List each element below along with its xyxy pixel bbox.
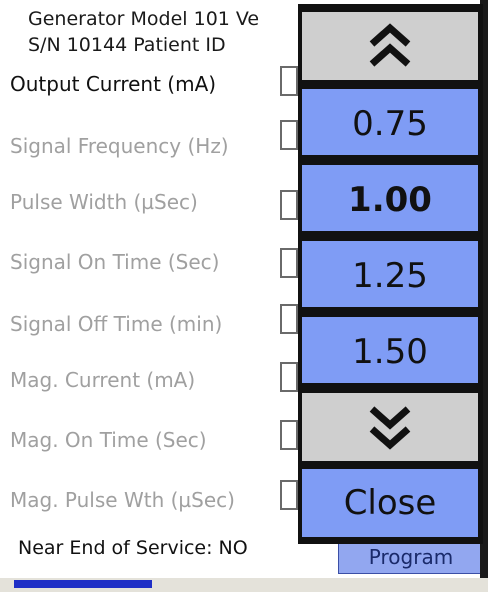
serial-patient-text: S/N 10144 Patient ID — [28, 34, 226, 56]
double-chevron-down-icon — [369, 406, 411, 450]
param-value-box[interactable] — [280, 248, 298, 278]
param-value-box[interactable] — [280, 120, 298, 150]
param-signal-frequency[interactable]: Signal Frequency (Hz) — [10, 134, 229, 158]
generator-model-text: Generator Model 101 Ve — [28, 8, 260, 30]
param-output-current[interactable]: Output Current (mA) — [10, 72, 216, 96]
program-button[interactable]: Program — [338, 540, 484, 574]
param-value-box[interactable] — [280, 190, 298, 220]
scroll-up-button[interactable] — [300, 10, 480, 82]
picker-option[interactable]: 1.50 — [300, 315, 480, 385]
app-screen: Generator Model 101 Ve S/N 10144 Patient… — [0, 0, 488, 592]
param-mag-pulse-width[interactable]: Mag. Pulse Wth (µSec) — [10, 488, 235, 512]
param-value-box[interactable] — [280, 66, 298, 96]
close-button[interactable]: Close — [300, 467, 480, 539]
param-mag-current[interactable]: Mag. Current (mA) — [10, 368, 195, 392]
param-signal-on-time[interactable]: Signal On Time (Sec) — [10, 250, 219, 274]
progress-bar — [14, 580, 152, 588]
param-value-box[interactable] — [280, 480, 298, 510]
end-of-service-status: Near End of Service: NO — [18, 537, 248, 559]
picker-option-selected[interactable]: 1.00 — [300, 163, 480, 233]
double-chevron-up-icon — [369, 23, 411, 67]
param-value-box[interactable] — [280, 362, 298, 392]
picker-option[interactable]: 1.25 — [300, 239, 480, 309]
scroll-down-button[interactable] — [300, 391, 480, 463]
param-value-box[interactable] — [280, 420, 298, 450]
param-pulse-width[interactable]: Pulse Width (µSec) — [10, 190, 198, 214]
param-mag-on-time[interactable]: Mag. On Time (Sec) — [10, 428, 207, 452]
picker-option[interactable]: 0.75 — [300, 87, 480, 157]
param-signal-off-time[interactable]: Signal Off Time (min) — [10, 312, 222, 336]
param-value-box[interactable] — [280, 304, 298, 334]
